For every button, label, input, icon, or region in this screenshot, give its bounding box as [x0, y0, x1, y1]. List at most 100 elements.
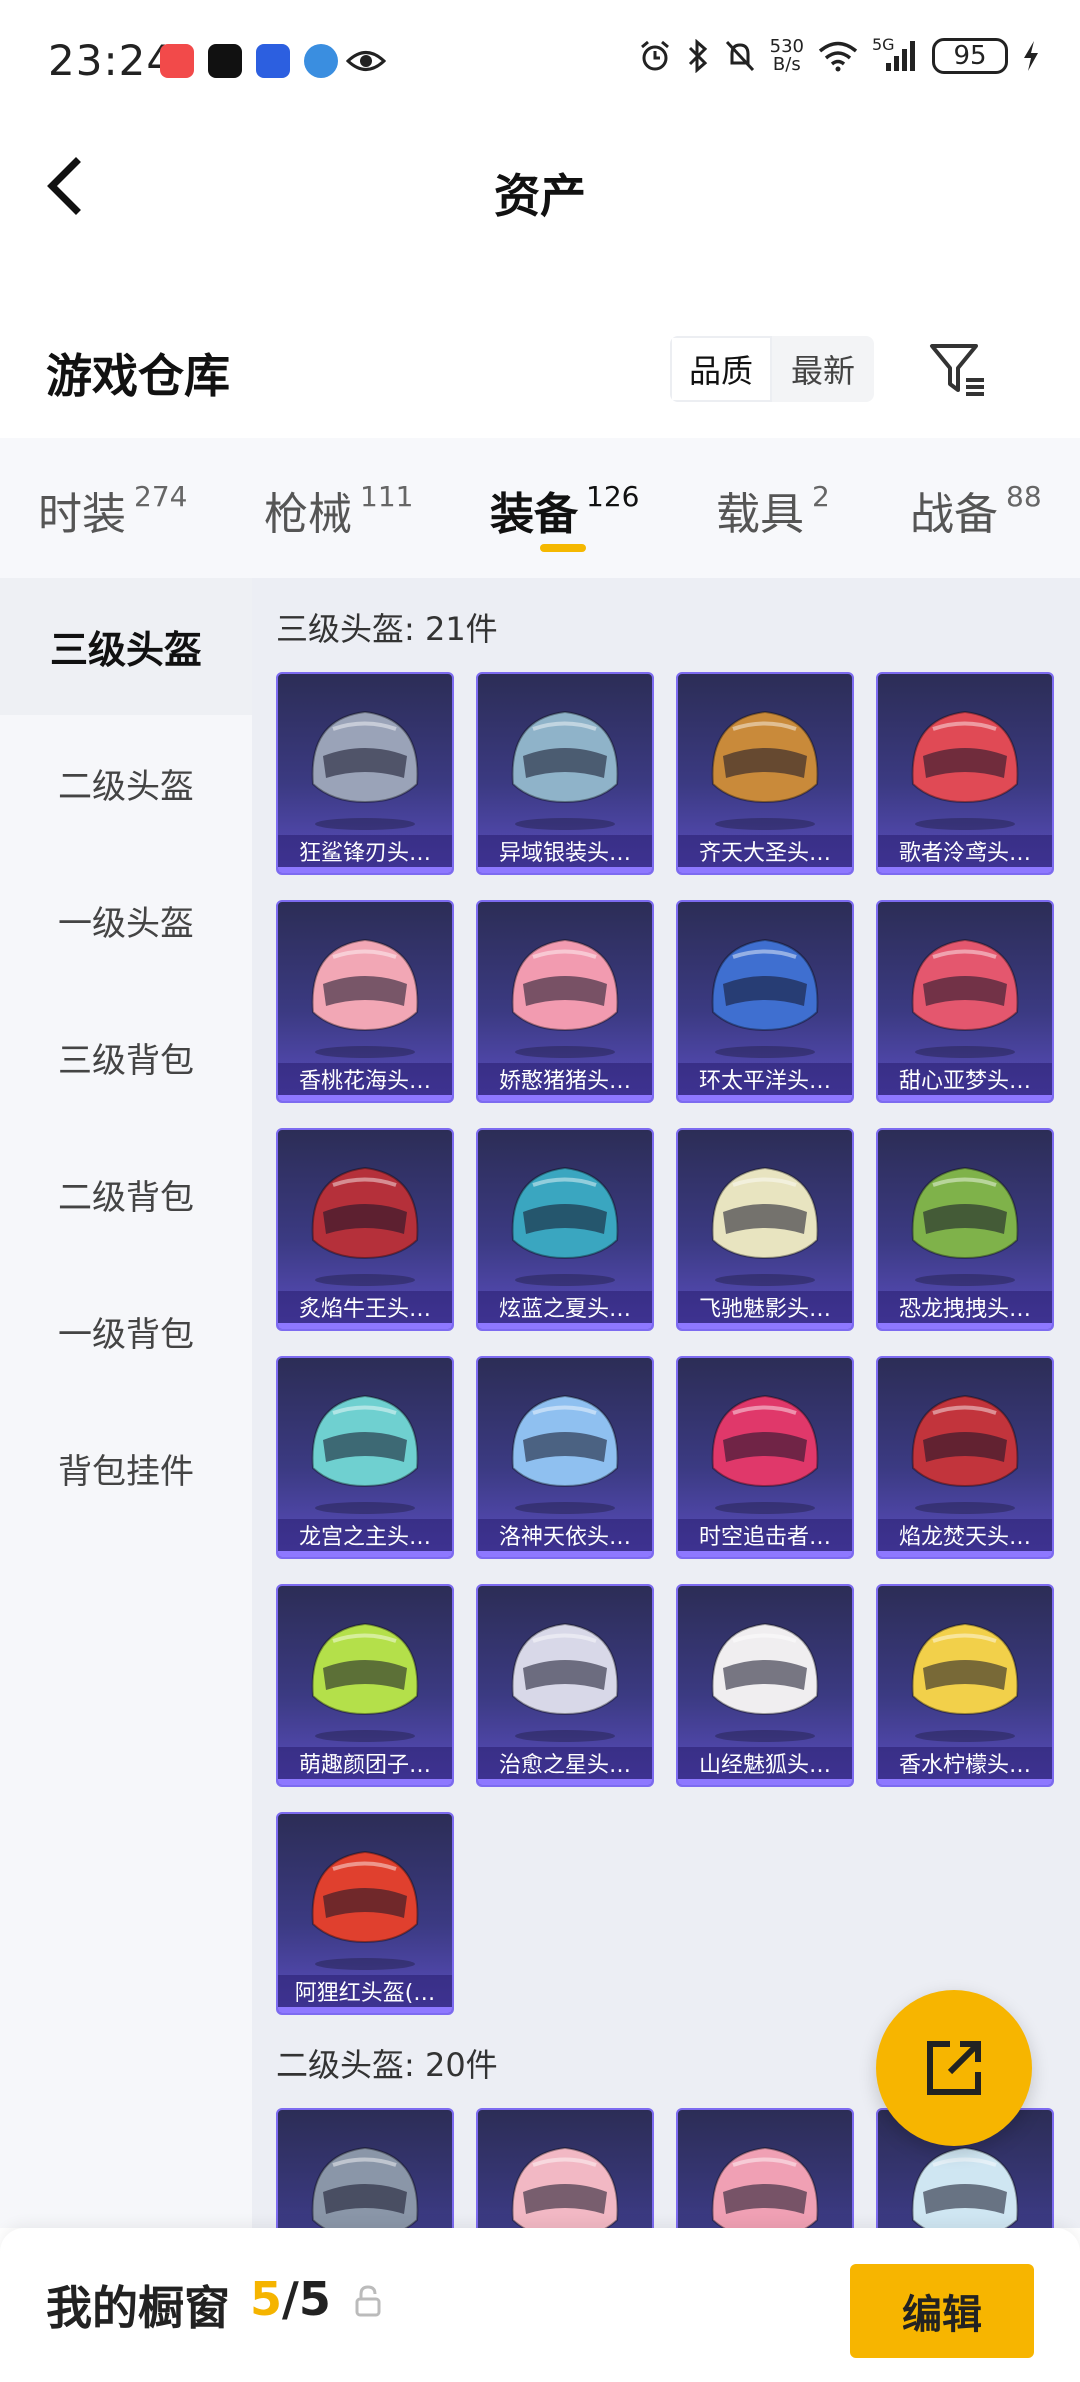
- page-title: 资产: [494, 169, 586, 223]
- showcase-label: 我的橱窗: [46, 2281, 230, 2335]
- notification-app-icon: [208, 44, 242, 78]
- sidebar-item-level2-backpack[interactable]: 二级背包: [0, 1126, 252, 1263]
- charging-icon: [1024, 41, 1038, 71]
- item-card[interactable]: 异域银装头…: [476, 672, 654, 875]
- helmet-icon: [311, 938, 419, 1058]
- status-icons: 530 B/s 5G 95: [638, 35, 1040, 75]
- item-card[interactable]: 焰龙焚天头…: [876, 1356, 1054, 1559]
- helmet-icon: [311, 710, 419, 830]
- sidebar-item-level1-helmet[interactable]: 一级头盔: [0, 852, 252, 989]
- helmet-icon: [311, 1166, 419, 1286]
- section-title: 三级头盔: 21件: [276, 610, 498, 648]
- rarity-bar: [278, 1551, 452, 1557]
- item-card[interactable]: 香水柠檬头…: [876, 1584, 1054, 1787]
- item-card[interactable]: 洛神天依头…: [476, 1356, 654, 1559]
- helmet-icon: [911, 1394, 1019, 1514]
- item-card[interactable]: 香桃花海头…: [276, 900, 454, 1103]
- category-tabs: 时装 274 枪械 111 装备 126 载具 2 战备 88: [0, 438, 1080, 578]
- helmet-icon: [311, 1622, 419, 1742]
- helmet-icon: [311, 1850, 419, 1970]
- tab-firearms[interactable]: 枪械 111: [264, 478, 413, 542]
- rarity-bar: [678, 1323, 852, 1329]
- item-card[interactable]: 齐天大圣头…: [676, 672, 854, 875]
- helmet-icon: [711, 710, 819, 830]
- rarity-bar: [878, 1323, 1052, 1329]
- item-card[interactable]: 时空追击者…: [676, 1356, 854, 1559]
- rarity-bar: [478, 867, 652, 873]
- rarity-bar: [478, 1551, 652, 1557]
- item-card[interactable]: [276, 2108, 454, 2228]
- item-card[interactable]: 飞驰魅影头…: [676, 1128, 854, 1331]
- notification-app-icon: [160, 44, 194, 78]
- tab-equipment[interactable]: 装备 126: [490, 478, 639, 542]
- tab-supplies[interactable]: 战备 88: [910, 478, 1042, 542]
- sort-toggle: 品质 最新: [670, 336, 874, 402]
- notification-app-icon: [304, 44, 338, 78]
- rarity-bar: [878, 1095, 1052, 1101]
- rarity-bar: [278, 867, 452, 873]
- showcase-bar: 我的橱窗 5/5 编辑: [0, 2228, 1080, 2382]
- sidebar-item-level3-helmet[interactable]: 三级头盔: [0, 578, 252, 715]
- rarity-bar: [278, 1323, 452, 1329]
- item-card[interactable]: 恐龙拽拽头…: [876, 1128, 1054, 1331]
- item-card[interactable]: 甜心亚梦头…: [876, 900, 1054, 1103]
- sort-quality-button[interactable]: 品质: [670, 336, 772, 402]
- helmet-icon: [511, 1622, 619, 1742]
- helmet-icon: [911, 710, 1019, 830]
- eye-icon: [346, 51, 386, 71]
- sidebar-item-backpack-pendant[interactable]: 背包挂件: [0, 1400, 252, 1537]
- item-card[interactable]: 歌者泠鸢头…: [876, 672, 1054, 875]
- sidebar-item-level3-backpack[interactable]: 三级背包: [0, 989, 252, 1126]
- rarity-bar: [878, 1551, 1052, 1557]
- bluetooth-icon: [688, 39, 707, 73]
- item-card[interactable]: 炙焰牛王头…: [276, 1128, 454, 1331]
- helmet-icon: [511, 1394, 619, 1514]
- warehouse-title: 游戏仓库: [46, 349, 230, 403]
- mute-icon: [725, 40, 754, 72]
- item-card[interactable]: [676, 2108, 854, 2228]
- signal-icon: 5G: [872, 35, 918, 73]
- item-card[interactable]: 龙宫之主头…: [276, 1356, 454, 1559]
- item-card[interactable]: [476, 2108, 654, 2228]
- page: 23:24 530 B/s 5G 95 资产 游戏仓库 品质 最新 时装 274…: [0, 0, 1080, 2382]
- item-grid-panel: 三级头盔: 21件 二级头盔: 20件 狂鲨锋刃头… 异域银装头… 齐天大圣头… 歌者…: [252, 578, 1080, 2228]
- rarity-bar: [478, 1779, 652, 1785]
- rarity-bar: [678, 867, 852, 873]
- item-card[interactable]: 萌趣颜团子…: [276, 1584, 454, 1787]
- edit-button[interactable]: 编辑: [850, 2264, 1034, 2358]
- item-card[interactable]: 环太平洋头…: [676, 900, 854, 1103]
- item-card[interactable]: 阿狸红头盔(…: [276, 1812, 454, 2015]
- tab-vehicles[interactable]: 载具 2: [716, 478, 830, 542]
- helmet-icon: [711, 1622, 819, 1742]
- sidebar-item-level1-backpack[interactable]: 一级背包: [0, 1263, 252, 1400]
- item-card[interactable]: 山经魅狐头…: [676, 1584, 854, 1787]
- helmet-icon: [511, 2146, 619, 2228]
- helmet-icon: [911, 938, 1019, 1058]
- lock-icon: [355, 2285, 381, 2317]
- helmet-icon: [711, 1166, 819, 1286]
- filter-icon[interactable]: [928, 340, 988, 400]
- active-tab-indicator: [540, 544, 586, 552]
- helmet-icon: [511, 710, 619, 830]
- sidebar-item-level2-helmet[interactable]: 二级头盔: [0, 715, 252, 852]
- status-bar: 23:24 530 B/s 5G 95: [0, 0, 1080, 120]
- helmet-icon: [711, 2146, 819, 2228]
- subcategory-sidebar: 三级头盔 二级头盔 一级头盔 三级背包 二级背包 一级背包 背包挂件: [0, 578, 252, 2228]
- item-card[interactable]: 治愈之星头…: [476, 1584, 654, 1787]
- item-card[interactable]: 狂鲨锋刃头…: [276, 672, 454, 875]
- net-speed: 530 B/s: [769, 36, 804, 75]
- sort-newest-button[interactable]: 最新: [772, 336, 874, 402]
- rarity-bar: [878, 867, 1052, 873]
- item-card[interactable]: 炫蓝之夏头…: [476, 1128, 654, 1331]
- rarity-bar: [878, 1779, 1052, 1785]
- rarity-bar: [478, 1095, 652, 1101]
- tab-fashion[interactable]: 时装 274: [38, 478, 187, 542]
- item-card[interactable]: 娇憨猪猪头…: [476, 900, 654, 1103]
- wifi-icon: [818, 41, 858, 72]
- share-fab-button[interactable]: [876, 1990, 1032, 2146]
- helmet-icon: [911, 1622, 1019, 1742]
- rarity-bar: [478, 1323, 652, 1329]
- status-time: 23:24: [48, 36, 175, 85]
- helmet-icon: [711, 1394, 819, 1514]
- rarity-bar: [278, 2007, 452, 2013]
